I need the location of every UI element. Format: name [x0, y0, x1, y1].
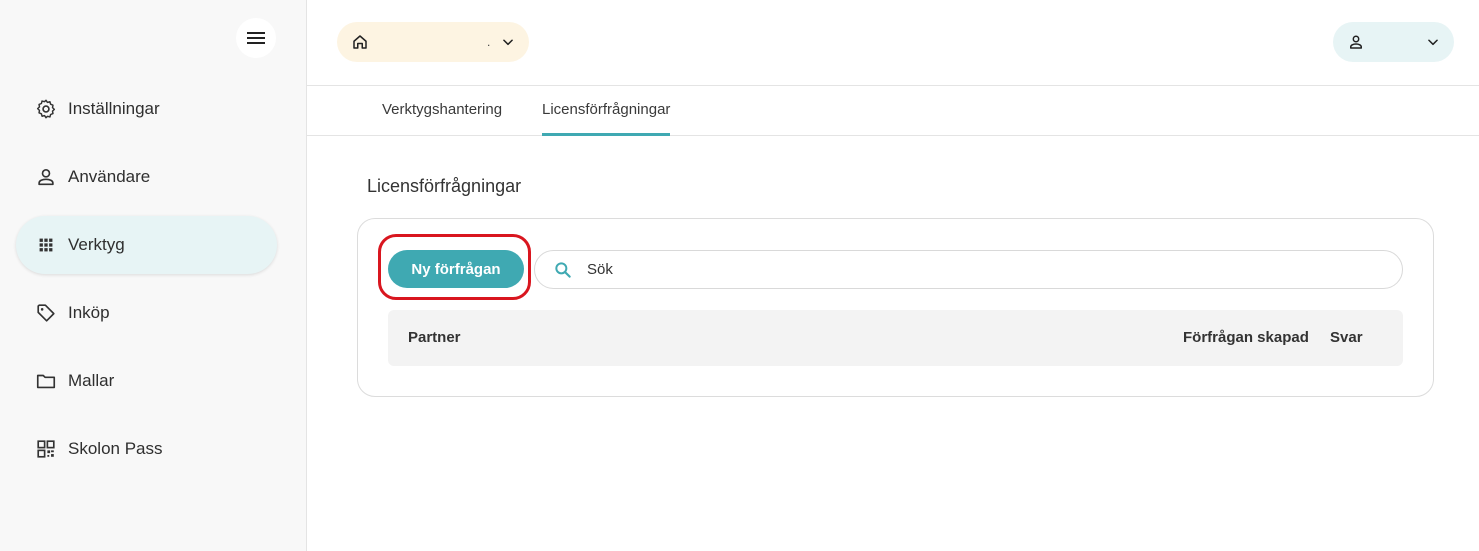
sidebar-item-anvandare[interactable]: Användare [16, 148, 277, 206]
apps-grid-icon [34, 233, 58, 257]
sidebar-item-verktyg[interactable]: Verktyg [16, 216, 277, 274]
qr-code-icon [34, 437, 58, 461]
sidebar-item-label: Verktyg [68, 235, 125, 254]
gear-icon [34, 97, 58, 121]
tag-icon [34, 301, 58, 325]
folder-icon [34, 369, 58, 393]
home-icon [353, 35, 367, 49]
hamburger-menu-icon [247, 32, 265, 44]
person-icon [34, 165, 58, 189]
tab-verktygshantering[interactable]: Verktygshantering [382, 86, 502, 136]
sidebar-nav: Inställningar Användare Verktyg Inköp Ma… [16, 80, 277, 488]
chevron-down-icon [503, 39, 513, 46]
search-input[interactable] [587, 261, 1367, 278]
new-request-button[interactable]: Ny förfrågan [388, 250, 524, 288]
column-header-request-created[interactable]: Förfrågan skapad [1183, 310, 1309, 366]
search-box[interactable] [534, 250, 1403, 289]
sidebar-item-inkop[interactable]: Inköp [16, 284, 277, 342]
sidebar-item-label: Inställningar [68, 99, 160, 118]
sidebar-item-installningar[interactable]: Inställningar [16, 80, 277, 138]
column-header-answer[interactable]: Svar [1330, 310, 1363, 366]
sidebar-item-skolon-pass[interactable]: Skolon Pass [16, 420, 277, 478]
search-icon [555, 261, 571, 278]
column-header-partner[interactable]: Partner [408, 310, 461, 366]
menu-toggle-button[interactable] [236, 18, 276, 58]
user-menu-selector[interactable] [1333, 22, 1454, 62]
sidebar-item-label: Mallar [68, 371, 115, 390]
organization-name: . [487, 35, 491, 49]
person-icon [1350, 35, 1362, 49]
sidebar-item-mallar[interactable]: Mallar [16, 352, 277, 410]
tab-bar: Verktygshantering Licensförfrågningar [307, 86, 1479, 136]
main-area: . Verktygshantering Licensförfrågningar … [307, 0, 1479, 551]
table-header: Partner Förfrågan skapad Svar [388, 310, 1403, 366]
chevron-down-icon [1428, 39, 1438, 46]
requests-card: Ny förfrågan Partner Förfrågan skapad Sv… [357, 218, 1434, 397]
page-title: Licensförfrågningar [367, 176, 522, 196]
sidebar-item-label: Inköp [68, 303, 110, 322]
top-bar: . [307, 0, 1479, 86]
organization-selector[interactable]: . [337, 22, 529, 62]
sidebar: Inställningar Användare Verktyg Inköp Ma… [0, 0, 307, 551]
sidebar-item-label: Skolon Pass [68, 439, 163, 458]
tab-licensforfragningar[interactable]: Licensförfrågningar [542, 86, 671, 136]
sidebar-item-label: Användare [68, 167, 151, 186]
